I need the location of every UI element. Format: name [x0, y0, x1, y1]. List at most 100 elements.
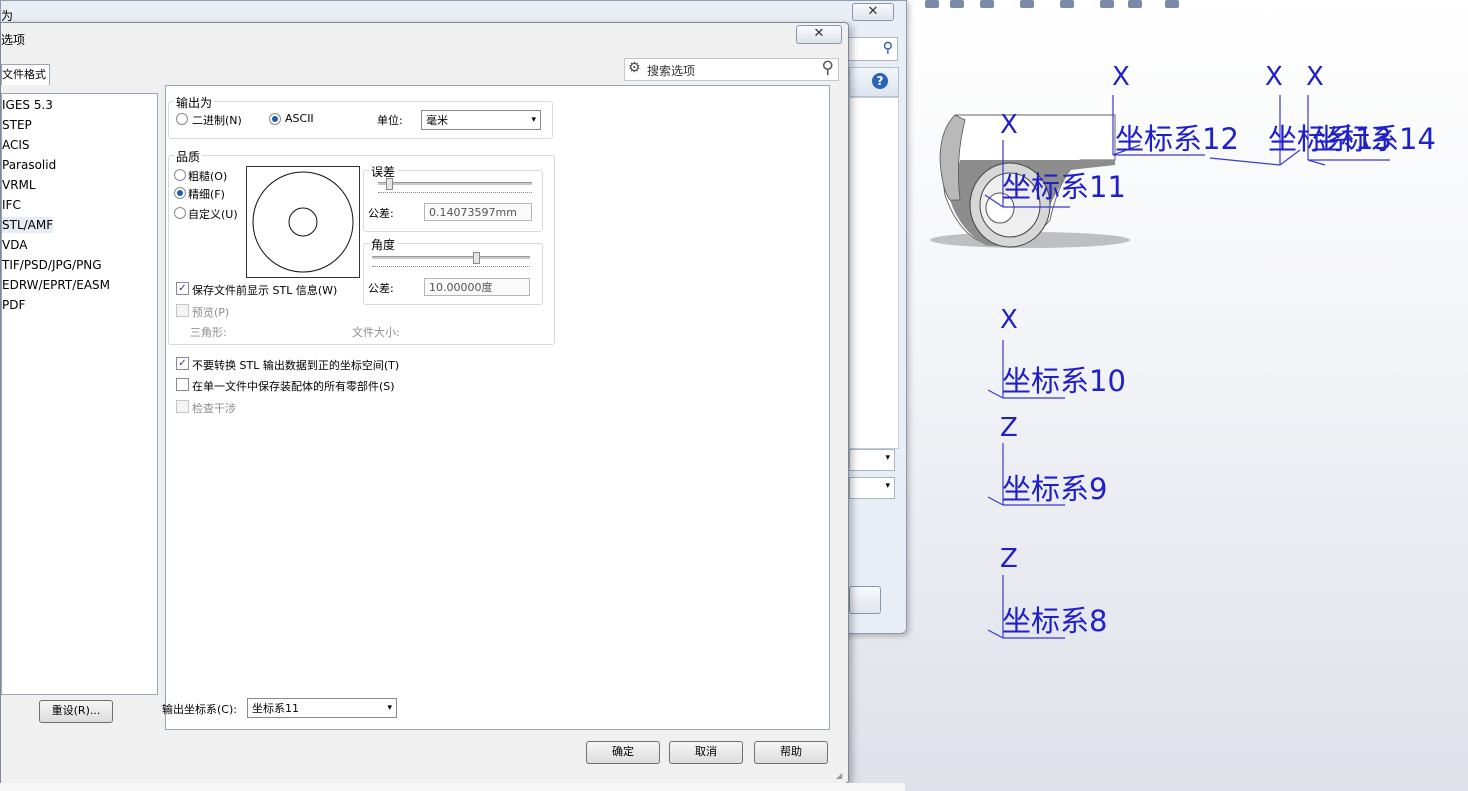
- help-icon[interactable]: ?: [872, 73, 888, 89]
- fine-radio[interactable]: [174, 187, 186, 199]
- unit-combo[interactable]: 毫米 ▾: [421, 110, 541, 130]
- coarse-radio[interactable]: [174, 169, 186, 181]
- cs12-axis-label: X: [1112, 62, 1130, 92]
- format-item-pdf[interactable]: PDF: [2, 297, 25, 313]
- cs8-label[interactable]: 坐标系8: [1002, 606, 1107, 636]
- deviation-slider-thumb[interactable]: [386, 178, 393, 190]
- display-style-icon[interactable]: [980, 0, 994, 8]
- single-file-checkbox[interactable]: [176, 378, 189, 391]
- cs12-label[interactable]: 坐标系12: [1115, 124, 1239, 154]
- save-as-help-bar: ?: [849, 67, 899, 97]
- view-toolbar: [900, 0, 1200, 10]
- save-as-type-combo[interactable]: ▾: [849, 477, 895, 499]
- chevron-down-icon: ▾: [387, 703, 392, 713]
- cancel-button[interactable]: 取消: [669, 741, 743, 764]
- triangles-label: 三角形:: [190, 326, 227, 339]
- custom-label[interactable]: 自定义(U): [188, 206, 238, 222]
- custom-radio[interactable]: [174, 207, 186, 219]
- format-item-vda[interactable]: VDA: [2, 237, 27, 253]
- fine-label[interactable]: 精细(F): [188, 186, 225, 202]
- tab-file-format[interactable]: 文件格式: [1, 64, 50, 85]
- render-icon[interactable]: [1128, 0, 1142, 8]
- unit-value: 毫米: [426, 114, 448, 127]
- output-as-title: 输出为: [174, 94, 215, 111]
- no-transform-label[interactable]: 不要转换 STL 输出数据到正的坐标空间(T): [192, 357, 399, 373]
- angle-slider[interactable]: [372, 256, 530, 259]
- cs14-axis-label: X: [1306, 62, 1324, 92]
- help-button[interactable]: 帮助: [754, 741, 828, 764]
- view-settings-icon[interactable]: [1165, 0, 1179, 8]
- ascii-label[interactable]: ASCII: [285, 112, 314, 125]
- format-options-panel: 输出为 二进制(N) ASCII 单位: 毫米 ▾ 品质 粗糙(O) 精细(F)…: [162, 85, 830, 730]
- cs8-axis-label: Z: [1000, 544, 1018, 574]
- format-item-vrml[interactable]: VRML: [2, 177, 36, 193]
- angle-ticks: [372, 266, 530, 269]
- format-item-image[interactable]: TIF/PSD/JPG/PNG: [2, 257, 102, 273]
- no-transform-checkbox[interactable]: ✓: [176, 357, 189, 370]
- ok-button[interactable]: 确定: [586, 741, 660, 764]
- close-button[interactable]: ✕: [796, 25, 842, 44]
- chevron-down-icon: ▾: [885, 453, 890, 463]
- unit-label: 单位:: [377, 114, 403, 127]
- save-as-options-button[interactable]: [849, 586, 881, 614]
- search-options-input[interactable]: ⚙ 搜索选项 ⚲: [624, 58, 839, 81]
- section-view-icon[interactable]: [950, 0, 964, 8]
- mesh-preview-icon: [252, 171, 354, 273]
- quality-preview: [246, 166, 360, 278]
- angle-slider-thumb[interactable]: [473, 252, 480, 264]
- export-options-dialog: 选项 ✕ 文件格式 ⚙ 搜索选项 ⚲ IGES 5.3 STEP ACIS Pa…: [0, 22, 849, 784]
- appearance-icon[interactable]: [1060, 0, 1074, 8]
- angle-tol-label: 公差:: [368, 282, 394, 295]
- preview-label: 预览(P): [192, 306, 230, 319]
- cs11-label[interactable]: 坐标系11: [1002, 172, 1126, 202]
- deviation-ticks: [378, 192, 532, 195]
- deviation-tol-field[interactable]: 0.14073597mm: [424, 203, 532, 221]
- format-item-ifc[interactable]: IFC: [2, 197, 21, 213]
- quality-title: 品质: [174, 148, 203, 165]
- format-item-acis[interactable]: ACIS: [2, 137, 30, 153]
- reset-button[interactable]: 重设(R)...: [39, 700, 113, 723]
- chevron-down-icon: ▾: [531, 115, 536, 125]
- binary-label[interactable]: 二进制(N): [192, 112, 242, 128]
- output-cs-label: 输出坐标系(C):: [162, 703, 237, 716]
- format-item-stl-amf[interactable]: STL/AMF: [2, 217, 54, 233]
- show-info-label[interactable]: 保存文件前显示 STL 信息(W): [192, 282, 337, 298]
- format-item-parasolid[interactable]: Parasolid: [2, 157, 56, 173]
- single-file-label[interactable]: 在单一文件中保存装配体的所有零部件(S): [192, 378, 395, 394]
- output-cs-combo[interactable]: 坐标系11 ▾: [247, 698, 397, 718]
- binary-radio[interactable]: [176, 113, 188, 125]
- deviation-tol-label: 公差:: [368, 207, 394, 220]
- interference-label: 检查干涉: [192, 402, 236, 415]
- format-item-iges[interactable]: IGES 5.3: [2, 97, 53, 113]
- status-strip: [0, 783, 905, 791]
- save-as-filename-combo[interactable]: ▾: [849, 449, 895, 471]
- show-info-checkbox[interactable]: ✓: [176, 282, 189, 295]
- filesize-label: 文件大小:: [352, 326, 400, 339]
- cs10-label[interactable]: 坐标系10: [1002, 366, 1126, 396]
- search-placeholder: 搜索选项: [647, 64, 696, 78]
- scene-icon[interactable]: [1100, 0, 1114, 8]
- view-orientation-icon[interactable]: [925, 0, 939, 8]
- search-icon[interactable]: ⚲: [822, 58, 834, 78]
- angle-title: 角度: [369, 236, 398, 253]
- save-as-search-box[interactable]: ⚲: [846, 37, 898, 61]
- resize-grip-icon[interactable]: ◢: [836, 771, 846, 781]
- save-as-close-button[interactable]: ✕: [852, 3, 894, 21]
- cs11-axis-label: X: [1000, 110, 1018, 140]
- coarse-label[interactable]: 粗糙(O): [188, 168, 227, 184]
- hide-show-icon[interactable]: [1020, 0, 1034, 8]
- save-as-file-list[interactable]: [849, 97, 899, 449]
- cs13-axis-label: X: [1265, 62, 1283, 92]
- cs10-axis-label: X: [1000, 305, 1018, 335]
- angle-tol-field[interactable]: 10.00000度: [424, 278, 530, 296]
- format-list: IGES 5.3 STEP ACIS Parasolid VRML IFC ST…: [1, 93, 158, 695]
- ascii-radio[interactable]: [269, 113, 281, 125]
- format-item-step[interactable]: STEP: [2, 117, 32, 133]
- gear-icon[interactable]: ⚙: [628, 60, 641, 76]
- dialog-title: 选项: [1, 33, 26, 47]
- cs9-label[interactable]: 坐标系9: [1002, 474, 1107, 504]
- output-cs-value: 坐标系11: [252, 702, 299, 715]
- format-item-edrw[interactable]: EDRW/EPRT/EASM: [2, 277, 110, 293]
- deviation-slider[interactable]: [378, 182, 532, 185]
- cs14-label[interactable]: 坐标系14: [1312, 124, 1436, 154]
